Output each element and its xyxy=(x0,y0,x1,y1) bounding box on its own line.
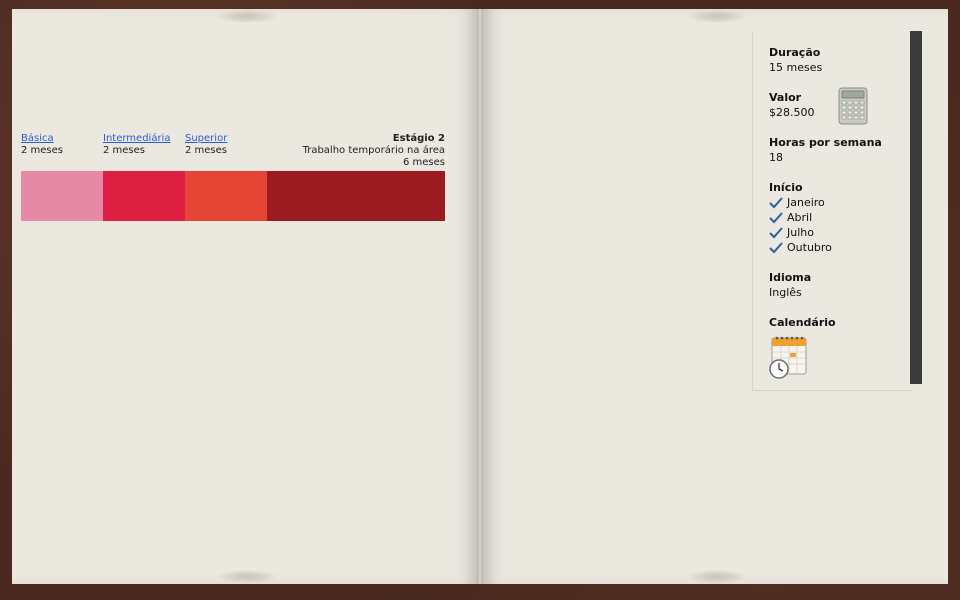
horas-value: 18 xyxy=(769,151,783,164)
phase-bars xyxy=(21,171,445,221)
calendario-section: Calendário xyxy=(769,315,836,330)
idioma-value: Inglês xyxy=(769,286,802,299)
idioma-section: Idioma Inglês xyxy=(769,270,811,300)
inicio-option-abril: Abril xyxy=(769,210,832,225)
inicio-option-janeiro: Janeiro xyxy=(769,195,832,210)
ornament-bottom-right xyxy=(687,570,747,584)
horas-label: Horas por semana xyxy=(769,136,882,149)
inicio-options: Janeiro Abril Julho Outubro xyxy=(769,195,832,255)
phase-estagio: Estágio 2 Trabalho temporário na área 6 … xyxy=(303,133,445,169)
calendar-clock-icon[interactable] xyxy=(768,334,810,380)
inicio-option-outubro: Outubro xyxy=(769,240,832,255)
calendario-label: Calendário xyxy=(769,316,836,329)
inicio-option-label: Julho xyxy=(787,226,814,239)
check-icon xyxy=(769,226,783,238)
phase-superior-link[interactable]: Superior xyxy=(185,133,227,145)
ornament-top-left xyxy=(217,9,277,23)
phase-bar-basica xyxy=(21,171,103,221)
inicio-option-label: Abril xyxy=(787,211,813,224)
phase-basica-duration: 2 meses xyxy=(21,145,64,156)
ornament-top-right xyxy=(687,9,747,23)
inicio-option-julho: Julho xyxy=(769,225,832,240)
ornament-bottom-left xyxy=(217,570,277,584)
inicio-option-label: Janeiro xyxy=(787,196,825,209)
check-icon xyxy=(769,211,783,223)
book-spine xyxy=(477,9,483,584)
phase-bar-intermediaria xyxy=(103,171,185,221)
phase-intermediaria-link[interactable]: Intermediária xyxy=(103,133,170,145)
phase-estagio-subtitle: Trabalho temporário na área xyxy=(302,145,445,156)
card-edge xyxy=(910,31,922,384)
phase-superior: Superior 2 meses xyxy=(185,133,227,157)
phase-estagio-duration: 6 meses xyxy=(402,157,445,168)
calculator-icon xyxy=(838,87,868,125)
phase-intermediaria: Intermediária 2 meses xyxy=(103,133,170,157)
duracao-label: Duração xyxy=(769,46,821,59)
left-page xyxy=(12,9,478,584)
valor-label: Valor xyxy=(769,91,802,104)
check-icon xyxy=(769,241,783,253)
duracao-value: 15 meses xyxy=(769,61,823,74)
valor-section: Valor $28.500 xyxy=(769,90,815,120)
horas-section: Horas por semana 18 xyxy=(769,135,882,165)
phase-bar-superior xyxy=(185,171,267,221)
phase-superior-duration: 2 meses xyxy=(185,145,228,156)
check-icon xyxy=(769,196,783,208)
phase-basica: Básica 2 meses xyxy=(21,133,63,157)
duracao-section: Duração 15 meses xyxy=(769,45,822,75)
phase-bar-estagio xyxy=(267,171,445,221)
valor-value: $28.500 xyxy=(769,106,815,119)
inicio-section: Início Janeiro Abril Julho Outubro xyxy=(769,180,832,255)
idioma-label: Idioma xyxy=(769,271,812,284)
phase-intermediaria-duration: 2 meses xyxy=(103,145,146,156)
phase-basica-link[interactable]: Básica xyxy=(21,133,63,145)
inicio-label: Início xyxy=(769,181,803,194)
course-phases: Básica 2 meses Intermediária 2 meses Sup… xyxy=(21,131,445,221)
phase-estagio-title: Estágio 2 xyxy=(392,133,445,144)
inicio-option-label: Outubro xyxy=(787,241,832,254)
